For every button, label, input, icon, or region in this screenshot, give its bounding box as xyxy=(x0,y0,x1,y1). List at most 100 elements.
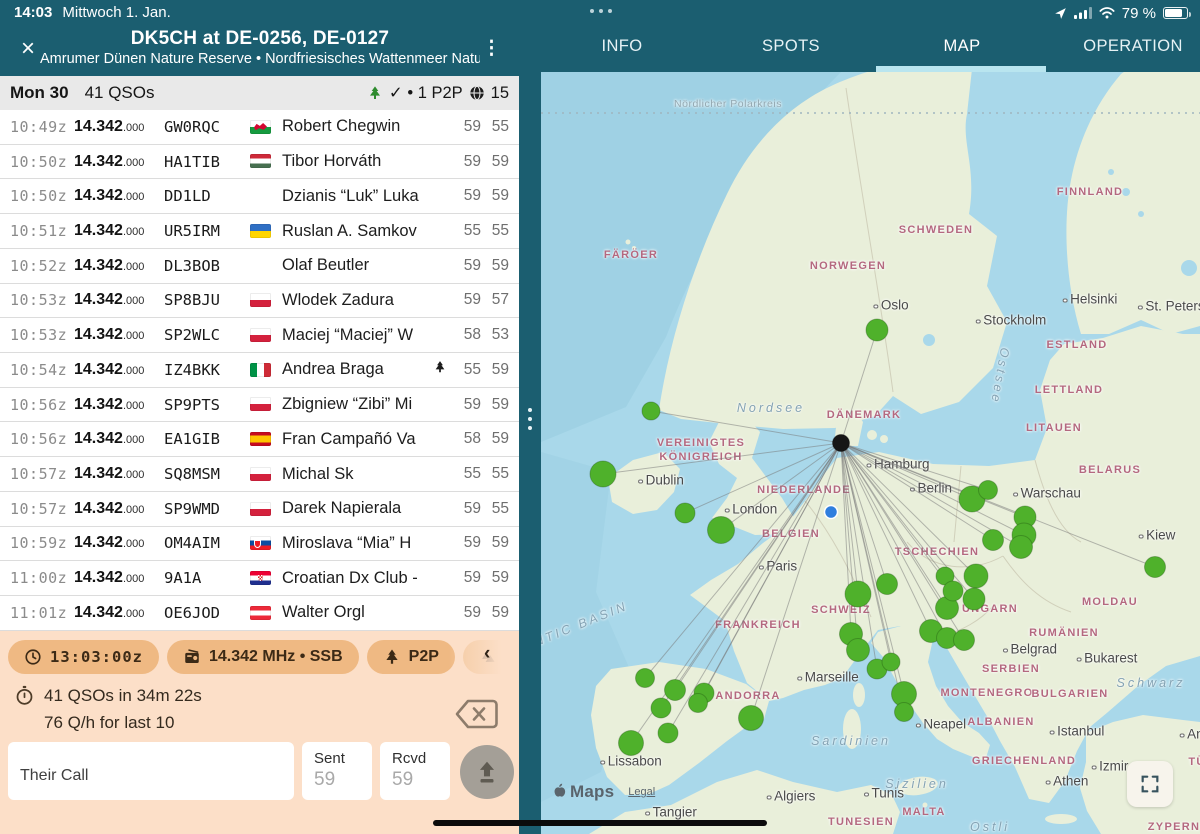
qso-time: 11:01z xyxy=(10,604,74,622)
qso-location-marker[interactable] xyxy=(658,723,678,743)
tab-map[interactable]: MAP xyxy=(944,26,981,66)
qso-location-marker[interactable] xyxy=(1145,557,1166,578)
qso-frequency: 14.342.000 xyxy=(74,465,164,483)
qso-location-marker[interactable] xyxy=(866,319,888,341)
qso-location-marker[interactable] xyxy=(943,581,963,601)
table-row[interactable]: 10:49z14.342.000GW0RQCRobert Chegwin5955 xyxy=(0,110,519,145)
table-row[interactable]: 10:57z14.342.000SP9WMDDarek Napierala595… xyxy=(0,492,519,527)
qso-location-marker[interactable] xyxy=(642,402,660,420)
table-row[interactable]: 10:59z14.342.000OM4AIMMiroslava “Mia” H5… xyxy=(0,527,519,562)
table-row[interactable]: 10:53z14.342.000SP8BJUWlodek Zadura5957 xyxy=(0,284,519,319)
country-flag-poland xyxy=(250,397,271,411)
rst-sent-field[interactable]: Sent 59 xyxy=(302,742,372,800)
qso-frequency: 14.342.000 xyxy=(74,118,164,136)
backspace-icon[interactable] xyxy=(452,696,500,732)
rst-rcvd-field[interactable]: Rcvd 59 xyxy=(380,742,450,800)
home-station-marker[interactable] xyxy=(833,435,850,452)
map-canvas[interactable]: Nördlicher PolarkreisFÄRÖERNORWEGENSCHWE… xyxy=(541,72,1200,834)
qso-callsign: SP8BJU xyxy=(164,291,250,309)
qso-location-marker[interactable] xyxy=(847,639,870,662)
qso-location-marker[interactable] xyxy=(983,530,1004,551)
qso-location-marker[interactable] xyxy=(739,706,764,731)
rst-rcvd: 59 xyxy=(481,604,509,622)
chip-sota[interactable]: SOTA xyxy=(463,640,519,674)
qso-frequency: 14.342.000 xyxy=(74,534,164,552)
qso-location-marker[interactable] xyxy=(845,581,871,607)
table-row[interactable]: 10:54z14.342.000IZ4BKKAndrea Braga5559 xyxy=(0,353,519,388)
fullscreen-button[interactable] xyxy=(1127,761,1173,807)
chevron-left-icon[interactable]: ‹ xyxy=(484,643,490,665)
table-row[interactable]: 10:53z14.342.000SP2WLCMaciej “Maciej” W5… xyxy=(0,318,519,353)
qso-location-marker[interactable] xyxy=(877,574,898,595)
stopwatch-icon xyxy=(14,685,35,706)
country-flag-croatia xyxy=(250,571,271,585)
chip-p2p[interactable]: P2P xyxy=(367,640,455,674)
qso-location-marker[interactable] xyxy=(619,731,644,756)
pota-tree-icon xyxy=(367,85,383,101)
qso-location-marker[interactable] xyxy=(954,630,975,651)
qso-time: 10:52z xyxy=(10,257,74,275)
qso-frequency: 14.342.000 xyxy=(74,361,164,379)
rcvd-value: 59 xyxy=(392,769,450,791)
qso-time: 10:53z xyxy=(10,326,74,344)
tree-icon xyxy=(383,648,401,666)
divider-drag-handle[interactable] xyxy=(527,408,533,436)
location-arrow-icon xyxy=(1054,7,1067,20)
table-row[interactable]: 10:50z14.342.000DD1LDDzianis “Luk” Luka5… xyxy=(0,179,519,214)
table-row[interactable]: 11:00z14.342.0009A1ACroatian Dx Club -59… xyxy=(0,561,519,596)
table-row[interactable]: 11:01z14.342.000OE6JODWalter Orgl5959 xyxy=(0,596,519,631)
rst-rcvd: 59 xyxy=(481,569,509,587)
qso-location-marker[interactable] xyxy=(964,564,988,588)
chip-14-342-mhz-ssb[interactable]: 14.342 MHz • SSB xyxy=(167,640,359,674)
table-row[interactable]: 10:57z14.342.000SQ8MSMMichal Sk5555 xyxy=(0,457,519,492)
spot-blue-marker[interactable] xyxy=(825,506,838,519)
qso-location-marker[interactable] xyxy=(882,653,900,671)
log-qso-button[interactable] xyxy=(460,745,514,799)
qso-operator-name: Tibor Horváth xyxy=(282,152,433,171)
qso-location-marker[interactable] xyxy=(979,481,998,500)
qso-location-marker[interactable] xyxy=(689,694,708,713)
qso-frequency: 14.342.000 xyxy=(74,604,164,622)
kebab-menu-icon[interactable]: ⋮ xyxy=(482,36,500,62)
entry-panel: 13:03:00z14.342 MHz • SSBP2PSOTA ‹ 41 QS… xyxy=(0,631,519,834)
country-flag-poland xyxy=(250,293,271,307)
qso-operator-name: Maciej “Maciej” W xyxy=(282,326,433,345)
qso-location-marker[interactable] xyxy=(665,680,686,701)
home-indicator[interactable] xyxy=(433,820,767,826)
clock-time: 14:03 xyxy=(14,4,52,21)
their-call-input[interactable] xyxy=(8,742,294,800)
qso-location-marker[interactable] xyxy=(636,669,655,688)
qso-location-marker[interactable] xyxy=(895,703,914,722)
qso-path-line xyxy=(841,330,877,443)
rst-sent: 55 xyxy=(453,222,481,240)
qso-time: 10:59z xyxy=(10,534,74,552)
qso-location-marker[interactable] xyxy=(708,517,735,544)
table-row[interactable]: 10:52z14.342.000DL3BOBOlaf Beutler5959 xyxy=(0,249,519,284)
page-subtitle: Amrumer Dünen Nature Reserve • Nordfries… xyxy=(40,51,480,67)
qso-operator-name: Dzianis “Luk” Luka xyxy=(282,187,433,206)
qso-location-marker[interactable] xyxy=(1010,536,1033,559)
qso-location-marker[interactable] xyxy=(675,503,695,523)
table-row[interactable]: 10:56z14.342.000EA1GIBFran Campañó Va585… xyxy=(0,422,519,457)
qso-time: 10:54z xyxy=(10,361,74,379)
p2p-tree-icon xyxy=(433,360,453,379)
qso-location-marker[interactable] xyxy=(590,461,616,487)
battery-percent: 79 % xyxy=(1122,5,1156,22)
qso-callsign: EA1GIB xyxy=(164,430,250,448)
log-header: Mon 30 41 QSOs ✓ • 1 P2P 15 xyxy=(0,76,519,110)
table-row[interactable]: 10:51z14.342.000UR5IRMRuslan A. Samkov55… xyxy=(0,214,519,249)
table-row[interactable]: 10:56z14.342.000SP9PTSZbigniew “Zibi” Mi… xyxy=(0,388,519,423)
upload-arrow-icon xyxy=(474,759,500,785)
country-flag-slovakia xyxy=(250,536,271,550)
close-icon[interactable]: × xyxy=(16,38,40,62)
tab-spots[interactable]: SPOTS xyxy=(762,26,820,66)
chip-13-03-00z[interactable]: 13:03:00z xyxy=(8,640,159,674)
tab-operation[interactable]: OPERATION xyxy=(1083,26,1183,66)
tab-info[interactable]: INFO xyxy=(601,26,642,66)
qso-location-marker[interactable] xyxy=(651,698,671,718)
rst-sent: 59 xyxy=(453,257,481,275)
qso-location-marker[interactable] xyxy=(963,588,985,610)
table-row[interactable]: 10:50z14.342.000HA1TIBTibor Horváth5959 xyxy=(0,145,519,180)
page-title: DK5CH at DE-0256, DE-0127 xyxy=(40,28,480,50)
legal-link[interactable]: Legal xyxy=(628,786,655,798)
